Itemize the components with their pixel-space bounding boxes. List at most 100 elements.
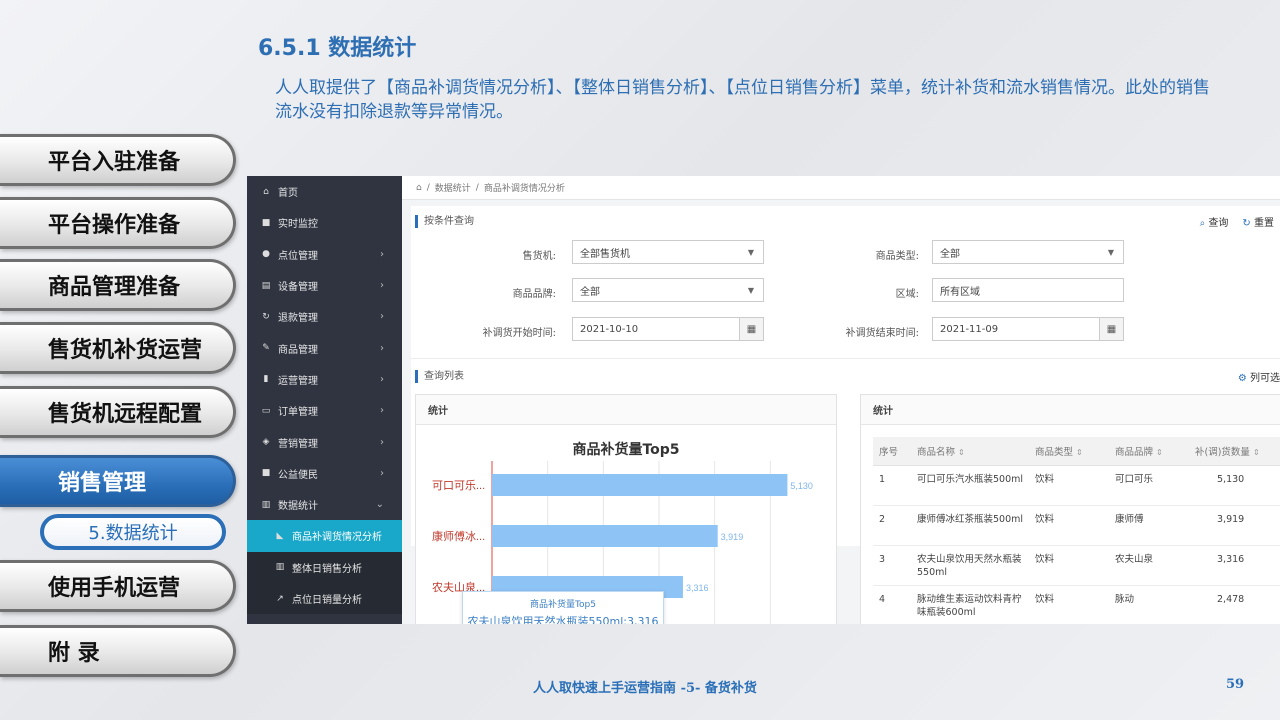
header-label: 商品类型 [1035, 446, 1074, 458]
map-pin-icon: ● [262, 249, 270, 260]
cell-name: 农夫山泉饮用天然水瓶装550ml [911, 545, 1029, 586]
sidebar-item-label: 点位日销量分析 [292, 595, 362, 606]
edit-icon: ✎ [262, 343, 270, 354]
cell-brand: 康师傅 [1109, 505, 1189, 546]
category-label: 康师傅冰... [432, 529, 485, 543]
column-select-button[interactable]: ⚙ 列可选 [1238, 369, 1280, 384]
reset-button[interactable]: ↻ 重置 [1242, 214, 1274, 229]
start-date-input[interactable]: 2021-10-10 ▦ [572, 317, 764, 341]
video-icon: ■ [261, 217, 271, 228]
sidebar-subitem-point-sales[interactable]: ↗ 点位日销量分析 [247, 582, 402, 615]
chevron-right-icon: › [380, 342, 384, 354]
chapter-tab-2[interactable]: 平台操作准备 [0, 197, 236, 249]
sidebar-item-label: 商品补调货情况分析 [292, 532, 382, 544]
header-label: 商品品牌 [1115, 446, 1154, 458]
breadcrumb-level2: 商品补调货情况分析 [483, 184, 565, 194]
cell-qty: 3,919 [1189, 505, 1280, 546]
sidebar-item-points[interactable]: ● 点位管理 › [247, 239, 402, 270]
sort-icon: ⇕ [1156, 447, 1163, 457]
table-row[interactable]: 4 脉动维生素运动饮料青柠味瓶装600ml 饮料 脉动 2,478 [873, 585, 1280, 624]
cell-name: 康师傅冰红茶瓶装500ml [911, 505, 1029, 546]
cell-type: 饮料 [1029, 585, 1109, 624]
home-icon[interactable]: ⌂ [416, 183, 422, 193]
sidebar-item-label: 营销管理 [278, 438, 318, 450]
sidebar-item-devices[interactable]: ▤ 设备管理 › [247, 270, 402, 301]
col-header-name[interactable]: 商品名称 ⇕ [911, 437, 1029, 466]
chevron-right-icon: › [380, 467, 384, 479]
area-chart-icon: ◣ [276, 530, 284, 541]
start-date-value: 2021-10-10 [580, 323, 639, 335]
machine-select[interactable]: 全部售货机 ▼ [572, 240, 764, 264]
chapter-tab-8[interactable]: 附 录 [0, 625, 236, 677]
chevron-right-icon: › [380, 436, 384, 448]
calendar-icon[interactable]: ▦ [739, 318, 763, 340]
sidebar-item-marketing[interactable]: ◈ 营销管理 › [247, 426, 402, 457]
col-header-type[interactable]: 商品类型 ⇕ [1029, 437, 1109, 466]
square-icon: ■ [261, 468, 271, 479]
calendar-icon[interactable]: ▦ [1099, 318, 1123, 340]
sidebar-item-monitor[interactable]: ■ 实时监控 [247, 207, 402, 238]
line-chart-icon: ↗ [276, 593, 284, 604]
machine-label: 售货机: [522, 251, 556, 262]
breadcrumb-level1[interactable]: 数据统计 [435, 181, 471, 194]
sidebar-item-operations[interactable]: ▮ 运营管理 › [247, 364, 402, 395]
area-input[interactable]: 所有区域 [932, 278, 1124, 302]
bookmark-icon: ▮ [263, 374, 269, 385]
chevron-right-icon: › [380, 280, 384, 292]
cell-type: 饮料 [1029, 505, 1109, 546]
table-row[interactable]: 2 康师傅冰红茶瓶装500ml 饮料 康师傅 3,919 [873, 505, 1280, 546]
query-button-label: 查询 [1208, 218, 1229, 229]
sidebar-item-home[interactable]: ⌂ 首页 [247, 176, 402, 207]
cell-type: 饮料 [1029, 545, 1109, 586]
cell-name: 脉动维生素运动饮料青柠味瓶装600ml [911, 585, 1029, 624]
breadcrumb-separator: / [426, 182, 430, 193]
divider [411, 358, 1280, 359]
header-label: 序号 [879, 446, 899, 458]
sort-icon: ⇕ [958, 447, 965, 457]
chevron-right-icon: › [380, 311, 384, 323]
col-header-no[interactable]: 序号 [873, 437, 911, 466]
col-header-qty[interactable]: 补(调)货数量 ⇕ [1189, 437, 1280, 466]
sidebar-item-orders[interactable]: ▭ 订单管理 › [247, 395, 402, 426]
end-date-input[interactable]: 2021-11-09 ▦ [932, 317, 1124, 341]
sidebar-subitem-daily-sales[interactable]: ▥ 整体日销售分析 [247, 551, 402, 583]
chevron-right-icon: › [380, 248, 384, 260]
chapter-tab-5[interactable]: 售货机远程配置 [0, 386, 236, 438]
sidebar-item-public[interactable]: ■ 公益便民 › [247, 458, 402, 489]
subchapter-tab[interactable]: 5.数据统计 [40, 514, 226, 550]
cell-no: 4 [873, 585, 911, 624]
restock-table: 序号 商品名称 ⇕ 商品类型 ⇕ 商品品牌 ⇕ 补(调)货数量 ⇕ 1 可口可乐… [873, 437, 1280, 624]
col-header-brand[interactable]: 商品品牌 ⇕ [1109, 437, 1189, 466]
chapter-tab-4[interactable]: 售货机补货运营 [0, 322, 236, 374]
bar-chart-icon: ▥ [275, 562, 285, 573]
cell-qty: 3,316 [1189, 545, 1280, 586]
area-value: 所有区域 [940, 286, 980, 298]
refresh-icon: ↻ [262, 311, 270, 322]
sidebar-item-refunds[interactable]: ↻ 退款管理 › [247, 301, 402, 332]
chapter-tab-3[interactable]: 商品管理准备 [0, 259, 236, 311]
chapter-tab-1[interactable]: 平台入驻准备 [0, 134, 236, 186]
caret-down-icon: ▼ [1107, 247, 1114, 257]
app-screenshot: ⌂ 首页 ■ 实时监控 ● 点位管理 › ▤ 设备管理 › ↻ 退款管理 › ✎ 商品管理 › ▮ 运… [247, 176, 1280, 624]
sidebar-item-statistics[interactable]: ▥ 数据统计 ⌄ [247, 489, 402, 520]
sort-icon: ⇕ [1076, 447, 1083, 457]
sidebar-subitem-restock-analysis[interactable]: ◣ 商品补调货情况分析 [247, 520, 402, 552]
breadcrumb-separator: / [475, 182, 479, 193]
brand-select[interactable]: 全部 ▼ [572, 278, 764, 302]
cell-no: 1 [873, 465, 911, 506]
table-row[interactable]: 1 可口可乐汽水瓶装500ml 饮料 可口可乐 5,130 [873, 465, 1280, 506]
value-label: 3,919 [721, 532, 744, 542]
tooltip-title: 商品补货量Top5 [530, 600, 596, 610]
query-button[interactable]: ⌕ 查询 [1200, 214, 1229, 229]
chapter-tab-6-active[interactable]: 销售管理 [0, 455, 236, 507]
sidebar-item-products[interactable]: ✎ 商品管理 › [247, 332, 402, 363]
header-label: 补(调)货数量 [1195, 446, 1250, 458]
table-row[interactable]: 3 农夫山泉饮用天然水瓶装550ml 饮料 农夫山泉 3,316 [873, 545, 1280, 586]
start-date-label: 补调货开始时间: [482, 328, 556, 339]
end-date-value: 2021-11-09 [940, 323, 999, 335]
query-actions: ⌕ 查询 ↻ 重置 [1200, 214, 1274, 229]
type-select[interactable]: 全部 ▼ [932, 240, 1124, 264]
sidebar-item-label: 运营管理 [278, 375, 318, 387]
chapter-tab-7[interactable]: 使用手机运营 [0, 560, 236, 612]
chart-tooltip: 商品补货量Top5 农夫山泉饮用天然水瓶装550ml:3,316 [462, 591, 664, 624]
